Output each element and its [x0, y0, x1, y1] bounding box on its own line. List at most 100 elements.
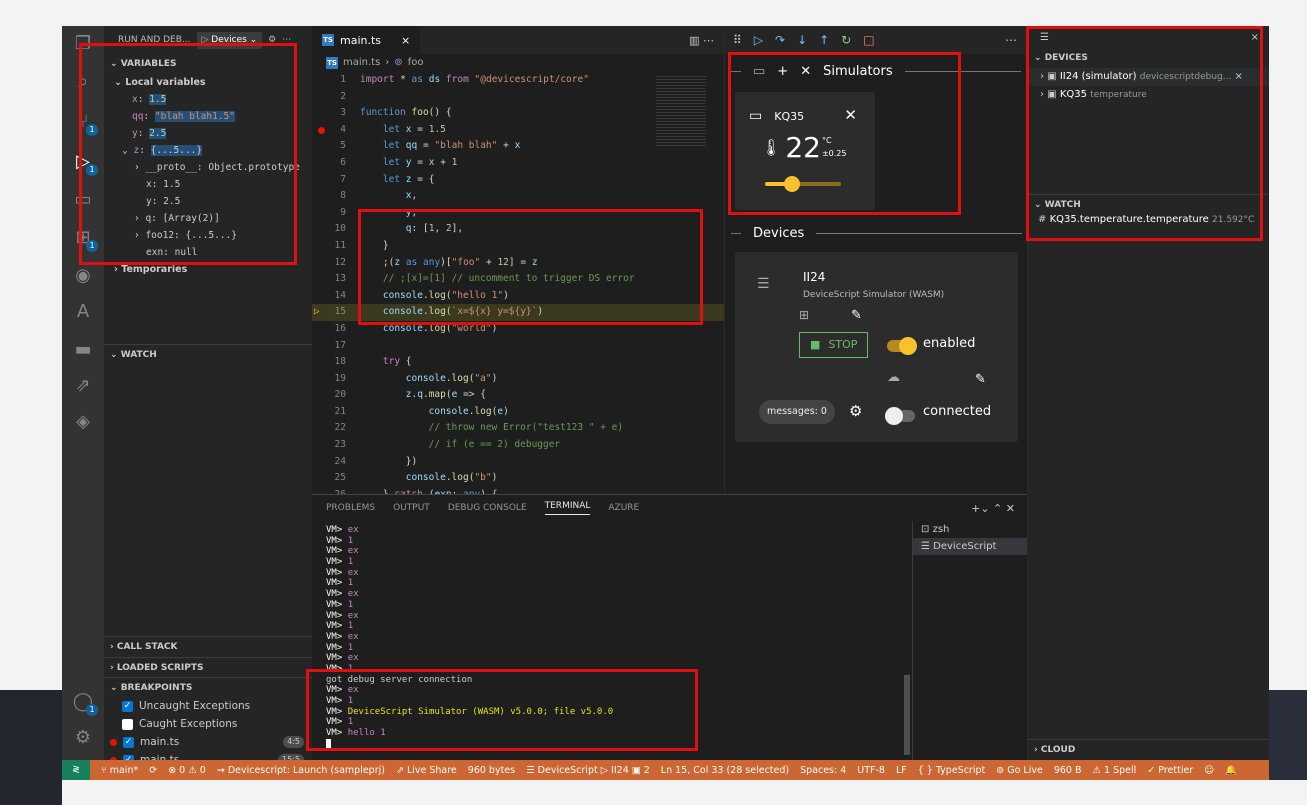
line-number[interactable]: 1	[312, 72, 360, 89]
stop-icon[interactable]: □	[863, 33, 874, 47]
code-line[interactable]: 23 // if (e == 2) debugger	[312, 437, 724, 454]
play-icon[interactable]: ▷	[202, 35, 209, 45]
live-share-item[interactable]: ⇗ Live Share	[396, 765, 457, 776]
terminal-output[interactable]: VM> ex VM> 1 VM> ex VM> 1 VM> ex VM> 1 VM> ex V…	[326, 525, 906, 749]
spell-item[interactable]: ⚠ 1 Spell	[1093, 765, 1137, 776]
line-number[interactable]: 12	[312, 255, 360, 272]
line-number[interactable]: 4	[312, 122, 360, 139]
code-line[interactable]: 1 import * as ds from "@devicescript/core…	[312, 72, 724, 89]
code-line[interactable]: 18 try {	[312, 354, 724, 371]
code-line[interactable]: 10 q: [1, 2],	[312, 221, 724, 238]
line-number[interactable]: 13	[312, 271, 360, 288]
split-editor-icon[interactable]: ▥ ⋯	[689, 34, 714, 47]
more-icon[interactable]: ⋯	[1005, 33, 1017, 47]
live-share-icon[interactable]: ⇗	[71, 374, 95, 398]
breakpoint-dot-icon[interactable]	[318, 126, 325, 134]
line-number[interactable]: 10	[312, 221, 360, 238]
call-stack-section-header[interactable]: › CALL STACK	[104, 637, 312, 657]
code-line[interactable]: 20 z.q.map(e => {	[312, 387, 724, 404]
code-line[interactable]: 13 // ;[x]=[1] // uncomment to trigger D…	[312, 271, 724, 288]
size-item[interactable]: 960 B	[1054, 765, 1082, 776]
language-item[interactable]: { } TypeScript	[918, 765, 986, 776]
devicescript-status-item[interactable]: ☰ DeviceScript ▷ II24 ▣ 2	[526, 765, 650, 776]
var-qq[interactable]: qq: "blah blah1.5"	[104, 108, 312, 125]
terminal-cursor[interactable]: _	[326, 738, 906, 750]
breakpoint-uncaught[interactable]: ✓ Uncaught Exceptions	[104, 697, 312, 715]
variables-section-header[interactable]: ⌄ VARIABLES	[104, 54, 312, 74]
breadcrumb-symbol[interactable]: foo	[408, 54, 424, 72]
explorer-icon[interactable]: ❐	[71, 32, 95, 56]
line-number[interactable]: 16	[312, 321, 360, 338]
search-icon[interactable]: ⌕	[71, 70, 95, 94]
code-line[interactable]: 12 ;(z as any)["foo" + 12] = z	[312, 255, 724, 272]
run-debug-icon[interactable]: ▷ 1	[71, 150, 98, 176]
extensions-icon[interactable]: ⊞ 1	[71, 226, 98, 252]
code-line[interactable]: 25 console.log("b")	[312, 470, 724, 487]
code-line[interactable]: 11 }	[312, 238, 724, 255]
breakpoint-main-4[interactable]: ✓ main.ts 4:5	[104, 733, 312, 751]
temporaries-scope[interactable]: › Temporaries	[104, 261, 312, 278]
checkbox-checked-icon[interactable]: ✓	[123, 736, 134, 748]
branch-item[interactable]: ⑂ main*	[101, 765, 138, 776]
line-number[interactable]: 17	[312, 338, 360, 355]
close-tab-icon[interactable]: ×	[401, 34, 410, 47]
launch-item[interactable]: ⇝ Devicescript: Launch (sampleprj)	[217, 765, 385, 776]
code-line[interactable]: 17	[312, 338, 724, 355]
drag-handle-icon[interactable]: ⠿	[733, 33, 742, 47]
var-z-proto[interactable]: › __proto__: Object.prototype	[104, 159, 312, 176]
code-line[interactable]: 8 x,	[312, 188, 724, 205]
code-line[interactable]: 3 function foo() {	[312, 105, 724, 122]
connected-toggle[interactable]	[885, 407, 915, 425]
code-line[interactable]: 6 let y = x + 1	[312, 155, 724, 172]
stop-button[interactable]: ■ STOP	[799, 332, 869, 358]
problems-item[interactable]: ⊗ 0 ⚠ 0	[168, 765, 206, 776]
gear-icon[interactable]: ⚙	[268, 26, 276, 54]
new-terminal-icon[interactable]: +⌄ ⌃ ✕	[971, 502, 1015, 515]
tab-azure[interactable]: AZURE	[608, 503, 639, 513]
azure-icon[interactable]: A	[71, 300, 95, 324]
code-line[interactable]: 19 console.log("a")	[312, 371, 724, 388]
list-icon[interactable]: ☰	[1040, 32, 1049, 43]
var-z[interactable]: ⌄ z: {...5...}	[104, 142, 312, 159]
tab-main-ts[interactable]: TS main.ts ×	[312, 26, 421, 54]
step-out-icon[interactable]: ↑	[819, 33, 829, 47]
sync-icon[interactable]: ⟳	[149, 765, 157, 776]
device-item-ii24[interactable]: › ▣ II24 (simulator) devicescriptdebug..…	[1028, 68, 1269, 86]
line-number[interactable]: 20	[312, 387, 360, 404]
line-number[interactable]: 3	[312, 105, 360, 122]
feedback-icon[interactable]: ☺	[1204, 765, 1214, 776]
devices-section-header[interactable]: ⌄ DEVICES	[1028, 48, 1269, 68]
line-number[interactable]: 22	[312, 420, 360, 437]
code-line[interactable]: 5 let qq = "blah blah" + x	[312, 138, 724, 155]
local-variables-scope[interactable]: ⌄ Local variables	[104, 74, 312, 91]
terminal-zsh[interactable]: ⊡ zsh	[913, 521, 1027, 538]
line-number[interactable]: 2	[312, 89, 360, 106]
code-line[interactable]: 24 })	[312, 454, 724, 471]
notifications-bell-icon[interactable]: 🔔	[1225, 765, 1237, 776]
step-into-icon[interactable]: ↓	[797, 33, 807, 47]
cloud-section-header[interactable]: › CLOUD	[1028, 739, 1269, 759]
restart-icon[interactable]: ↻	[841, 33, 851, 47]
watch-item[interactable]: # KQ35.temperature.temperature 21.592°C	[1038, 214, 1254, 225]
breakpoints-section-header[interactable]: ⌄ BREAKPOINTS	[104, 677, 312, 697]
line-number[interactable]: 21	[312, 404, 360, 421]
var-z-foo12[interactable]: › foo12: {...5...}	[104, 227, 312, 244]
var-y[interactable]: y: 2.5	[104, 125, 312, 142]
encoding-item[interactable]: UTF-8	[857, 765, 885, 776]
remote-indicator-icon[interactable]: ≷	[62, 760, 90, 780]
terminal-scrollbar[interactable]	[904, 675, 910, 755]
checkbox-checked-icon[interactable]: ✓	[122, 700, 133, 712]
github-icon[interactable]: ◉	[71, 264, 95, 288]
line-number[interactable]: 19	[312, 371, 360, 388]
line-number[interactable]: 24	[312, 454, 360, 471]
code-line[interactable]: 22 // throw new Error("test123 " + e)	[312, 420, 724, 437]
debug-config-select[interactable]: ▷ Devices ⌄	[196, 31, 263, 49]
edit-pencil-icon[interactable]: ✎	[851, 308, 862, 323]
watch-section-header[interactable]: ⌄ WATCH	[104, 344, 312, 364]
bytes-item[interactable]: 960 bytes	[468, 765, 515, 776]
edit-pencil-icon[interactable]: ✎	[975, 372, 986, 387]
breakpoint-caught[interactable]: Caught Exceptions	[104, 715, 312, 733]
var-z-q[interactable]: › q: [Array(2)]	[104, 210, 312, 227]
tab-debug-console[interactable]: DEBUG CONSOLE	[448, 503, 527, 513]
more-icon[interactable]: ⋯	[282, 26, 291, 54]
